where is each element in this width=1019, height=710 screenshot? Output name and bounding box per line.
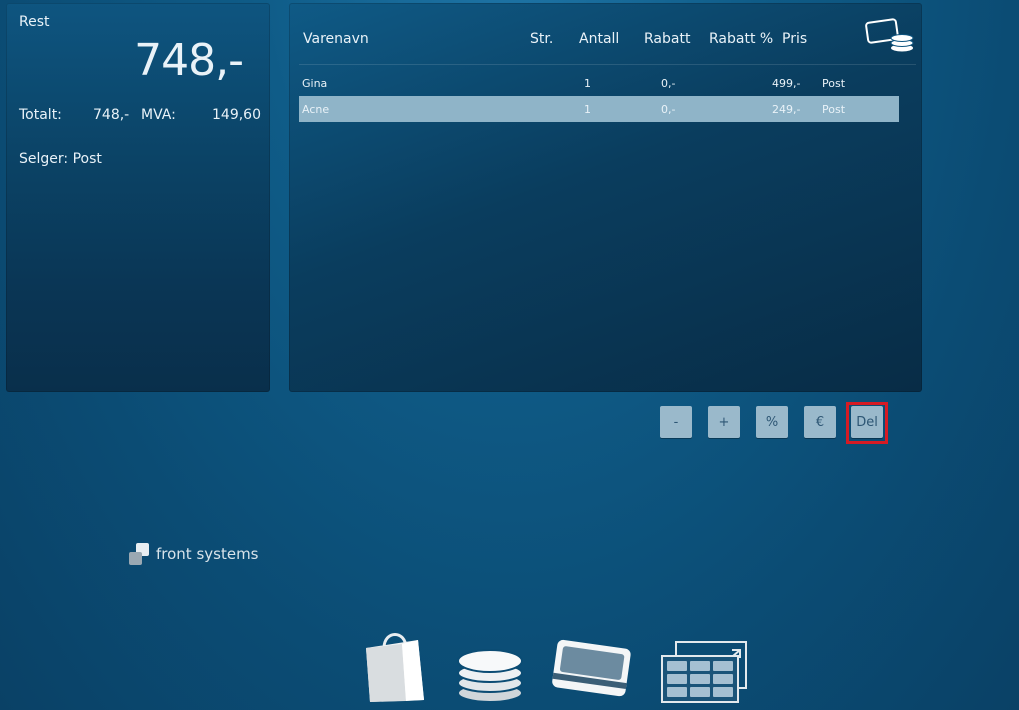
keypad-icon[interactable]	[660, 640, 750, 710]
totalt-value: 748,-	[93, 107, 130, 123]
delete-button[interactable]: Del	[851, 406, 883, 438]
header-antall: Antall	[579, 31, 620, 47]
rest-amount: 748,-	[134, 35, 244, 86]
row-qty: 1	[584, 77, 591, 90]
seller-value: Post	[72, 151, 102, 167]
amount-discount-button[interactable]: €	[804, 406, 836, 438]
brand-name: front systems	[156, 545, 259, 563]
items-panel: Varenavn Str. Antall Rabatt Rabatt % Pri…	[289, 3, 922, 392]
seller-label: Selger:	[19, 151, 69, 167]
summary-panel: Rest 748,- Totalt: 748,- MVA: 149,60 Sel…	[6, 3, 270, 392]
header-rabatt: Rabatt	[644, 31, 691, 47]
row-price: 499,-	[772, 77, 801, 90]
totalt-label: Totalt:	[19, 107, 62, 123]
coins-icon[interactable]	[454, 645, 526, 709]
row-name: Gina	[302, 77, 328, 90]
table-row[interactable]: Acne 1 0,- 249,- Post	[299, 96, 899, 122]
plus-button[interactable]: +	[708, 406, 740, 438]
row-seller: Post	[822, 103, 846, 116]
brand-logo: front systems	[128, 541, 259, 567]
row-discount: 0,-	[661, 103, 676, 116]
header-varenavn: Varenavn	[303, 31, 369, 47]
seller-info: Selger: Post	[19, 151, 102, 167]
rest-label: Rest	[19, 14, 50, 30]
header-str: Str.	[530, 31, 554, 47]
payment-cards-icon[interactable]	[865, 17, 915, 57]
header-divider	[299, 64, 916, 65]
row-qty: 1	[584, 103, 591, 116]
shopping-bag-icon[interactable]	[362, 626, 428, 706]
header-pris: Pris	[782, 31, 808, 47]
row-discount: 0,-	[661, 77, 676, 90]
mva-label: MVA:	[141, 107, 176, 123]
minus-button[interactable]: -	[660, 406, 692, 438]
percent-discount-button[interactable]: %	[756, 406, 788, 438]
front-systems-logo-icon	[129, 543, 149, 565]
row-seller: Post	[822, 77, 846, 90]
header-rabatt-pct: Rabatt %	[709, 31, 774, 47]
card-icon[interactable]	[548, 636, 634, 710]
table-row[interactable]: Gina 1 0,- 499,- Post	[299, 70, 899, 96]
mva-value: 149,60	[212, 107, 261, 123]
row-price: 249,-	[772, 103, 801, 116]
row-name: Acne	[302, 103, 330, 116]
